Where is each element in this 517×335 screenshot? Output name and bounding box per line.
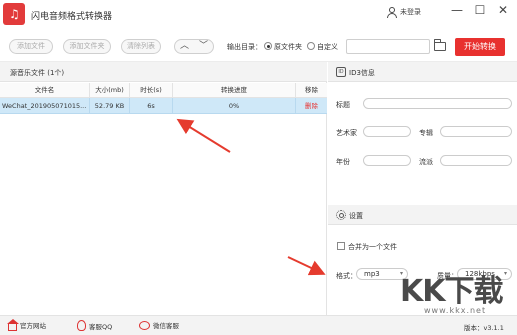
col-duration: 时长(s): [130, 83, 173, 98]
year-input[interactable]: [363, 155, 411, 166]
watermark-url: www.kkx.net: [424, 306, 487, 315]
genre-label: 流派: [419, 158, 433, 166]
col-remove: 移除: [305, 86, 318, 94]
output-dir-label: 输出目录：: [227, 43, 262, 51]
status-bar: 官方网站 客服QQ 微信客服 版本：v3.1.1: [0, 315, 517, 335]
cell-size: 52.79 KB: [90, 98, 130, 114]
qq-label: 客服QQ: [89, 322, 113, 331]
settings-header: 设置: [328, 205, 517, 225]
id3-icon: ID: [336, 67, 346, 77]
close-button[interactable]: ✕: [495, 3, 511, 17]
col-size: 大小(mb): [90, 83, 130, 98]
table-row[interactable]: WeChat_201905071015... 52.79 KB 6s 0% 删除: [0, 98, 327, 114]
genre-input[interactable]: [440, 155, 512, 166]
radio-original-folder[interactable]: [264, 42, 272, 50]
reorder-buttons: ︿ ﹀: [174, 39, 214, 54]
clear-list-button[interactable]: 清除列表: [121, 39, 161, 54]
merge-label: 合并为一个文件: [348, 243, 397, 251]
id3-header: ID ID3信息: [328, 62, 517, 82]
home-icon: [7, 318, 19, 331]
title-label: 标题: [336, 101, 350, 109]
source-title: 源音乐文件 (1个): [10, 69, 65, 77]
cell-duration: 6s: [130, 98, 173, 114]
merge-checkbox[interactable]: [337, 242, 345, 250]
cell-filename: WeChat_201905071015...: [0, 98, 90, 114]
user-icon: [387, 7, 397, 18]
watermark-logo: KK下载 www.kkx.net: [392, 266, 514, 316]
move-up-button[interactable]: ︿: [175, 40, 194, 53]
minimize-button[interactable]: —: [449, 3, 465, 17]
delete-row-button[interactable]: 删除: [296, 98, 327, 114]
file-table-header: 文件名 大小(mb) 时长(s) 转换进度 移除: [0, 83, 327, 98]
app-title: 闪电音频格式转换器: [31, 12, 113, 22]
qq-support-link[interactable]: 客服QQ: [77, 320, 112, 331]
add-file-button[interactable]: 添加文件: [9, 39, 53, 54]
year-label: 年份: [336, 158, 350, 166]
title-bar: ♫ 闪电音频格式转换器 未登录 — ☐ ✕: [0, 0, 517, 31]
source-panel: 源音乐文件 (1个) 文件名 大小(mb) 时长(s) 转换进度 移除 WeCh…: [0, 62, 327, 315]
cell-progress: 0%: [173, 98, 296, 114]
version-label: 版本：v3.1.1: [464, 324, 504, 332]
album-input[interactable]: [440, 126, 512, 137]
format-value: mp3: [364, 270, 380, 278]
col-filename: 文件名: [0, 83, 90, 98]
website-label: 官方网站: [20, 322, 46, 330]
wechat-icon: [139, 320, 150, 330]
radio-original-folder-label: 原文件夹: [274, 43, 302, 51]
website-link[interactable]: 官方网站: [7, 318, 46, 331]
format-label: 格式：: [336, 272, 357, 280]
start-convert-button[interactable]: 开始转换: [455, 38, 505, 56]
wechat-label: 微信客服: [153, 322, 179, 330]
move-down-button[interactable]: ﹀: [194, 40, 213, 53]
radio-custom-folder[interactable]: [307, 42, 315, 50]
watermark-text: KK下载: [400, 274, 503, 309]
id3-title: ID3信息: [349, 69, 375, 77]
maximize-button[interactable]: ☐: [472, 3, 488, 17]
artist-label: 艺术家: [336, 129, 357, 137]
source-header: 源音乐文件 (1个): [0, 62, 327, 82]
title-input[interactable]: [363, 98, 512, 109]
toolbar: 添加文件 添加文件夹 清除列表 ︿ ﹀ 输出目录： 原文件夹 自定义 开始转换: [0, 31, 517, 62]
artist-input[interactable]: [363, 126, 411, 137]
user-login[interactable]: 未登录: [387, 5, 421, 19]
album-label: 专辑: [419, 129, 433, 137]
output-path-input[interactable]: [346, 39, 430, 54]
gear-icon: [336, 210, 346, 220]
add-folder-button[interactable]: 添加文件夹: [63, 39, 111, 54]
qq-icon: [77, 320, 86, 331]
wechat-support-link[interactable]: 微信客服: [139, 320, 179, 330]
login-status-label: 未登录: [400, 8, 421, 16]
app-logo-icon: ♫: [3, 3, 25, 25]
radio-custom-folder-label: 自定义: [317, 43, 338, 51]
folder-icon[interactable]: [434, 39, 446, 51]
settings-title: 设置: [349, 212, 363, 220]
col-progress: 转换进度: [173, 83, 296, 98]
